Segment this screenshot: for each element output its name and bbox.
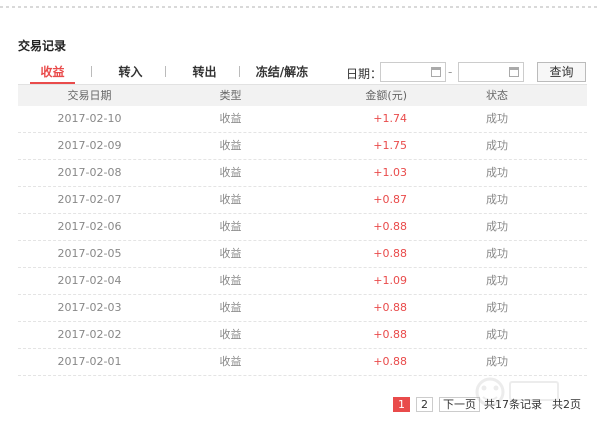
tab-separator [91,66,92,77]
date-range-separator: - [448,65,453,79]
header-type: 类型 [219,89,242,102]
header-amount: 金额(元) [365,89,407,102]
tab-freeze-unfreeze[interactable]: 冻结/解冻 [252,62,312,84]
row-amount: +1.03 [373,166,407,179]
table-row: 2017-02-08 收益 +1.03 成功 [18,160,587,187]
total-pages: 共2页 [552,398,581,411]
row-type: 收益 [219,355,242,368]
row-date: 2017-02-02 [57,328,122,341]
transaction-table: 交易日期 类型 金额(元) 状态 2017-02-10 收益 +1.74 成功 2017… [18,84,587,376]
row-status: 成功 [486,328,508,341]
row-amount: +0.88 [373,247,407,260]
row-type: 收益 [219,112,242,125]
row-status: 成功 [486,166,508,179]
row-status: 成功 [486,193,508,206]
row-date: 2017-02-07 [57,193,122,206]
table-row: 2017-02-05 收益 +0.88 成功 [18,241,587,268]
row-status: 成功 [486,247,508,260]
row-amount: +0.88 [373,328,407,341]
row-amount: +1.09 [373,274,407,287]
next-page-button[interactable]: 下一页 [439,396,480,412]
row-date: 2017-02-01 [57,355,122,368]
table-row: 2017-02-04 收益 +1.09 成功 [18,268,587,295]
row-status: 成功 [486,220,508,233]
row-type: 收益 [219,274,242,287]
tab-separator [165,66,166,77]
table-row: 2017-02-06 收益 +0.88 成功 [18,214,587,241]
row-status: 成功 [486,355,508,368]
table-row: 2017-02-03 收益 +0.88 成功 [18,295,587,322]
table-row: 2017-02-09 收益 +1.75 成功 [18,133,587,160]
row-amount: +0.88 [373,355,407,368]
pagination: 1 2 下一页 共17条记录 共2页 [393,396,581,412]
row-type: 收益 [219,220,242,233]
table-row: 2017-02-02 收益 +0.88 成功 [18,322,587,349]
row-amount: +0.87 [373,193,407,206]
row-date: 2017-02-08 [57,166,122,179]
header-status: 状态 [486,89,508,102]
row-date: 2017-02-03 [57,301,122,314]
row-amount: +0.88 [373,220,407,233]
page-button-1[interactable]: 1 [393,396,410,412]
row-status: 成功 [486,139,508,152]
tab-separator [239,66,240,77]
top-dotted-border [0,0,599,8]
table-body: 2017-02-10 收益 +1.74 成功 2017-02-09 收益 +1.75 成功 20… [18,106,587,376]
row-date: 2017-02-04 [57,274,122,287]
table-row: 2017-02-07 收益 +0.87 成功 [18,187,587,214]
row-date: 2017-02-10 [57,112,122,125]
row-date: 2017-02-06 [57,220,122,233]
page-button-2[interactable]: 2 [416,396,433,412]
tab-income[interactable]: 收益 [30,62,75,84]
row-type: 收益 [219,301,242,314]
record-tabs: 收益 转入 转出 冻结/解冻 [18,62,321,86]
table-row: 2017-02-01 收益 +0.88 成功 [18,349,587,376]
table-row: 2017-02-10 收益 +1.74 成功 [18,106,587,133]
header-date: 交易日期 [67,89,112,102]
row-type: 收益 [219,328,242,341]
row-date: 2017-02-05 [57,247,122,260]
tab-transfer-out[interactable]: 转出 [182,62,227,84]
row-amount: +1.74 [373,112,407,125]
total-records: 共17条记录 [484,398,542,411]
start-date-input[interactable] [380,62,446,82]
row-type: 收益 [219,139,242,152]
row-type: 收益 [219,247,242,260]
row-date: 2017-02-09 [57,139,122,152]
query-button[interactable]: 查询 [537,62,586,82]
row-amount: +1.75 [373,139,407,152]
row-status: 成功 [486,301,508,314]
calendar-icon[interactable] [509,67,519,77]
row-status: 成功 [486,274,508,287]
row-type: 收益 [219,166,242,179]
end-date-input[interactable] [458,62,524,82]
calendar-icon[interactable] [431,67,441,77]
table-header: 交易日期 类型 金额(元) 状态 [18,84,587,106]
date-label: 日期： [346,67,383,81]
tab-transfer-in[interactable]: 转入 [108,62,153,84]
row-amount: +0.88 [373,301,407,314]
row-status: 成功 [486,112,508,125]
section-title: 交易记录 [18,39,67,53]
row-type: 收益 [219,193,242,206]
